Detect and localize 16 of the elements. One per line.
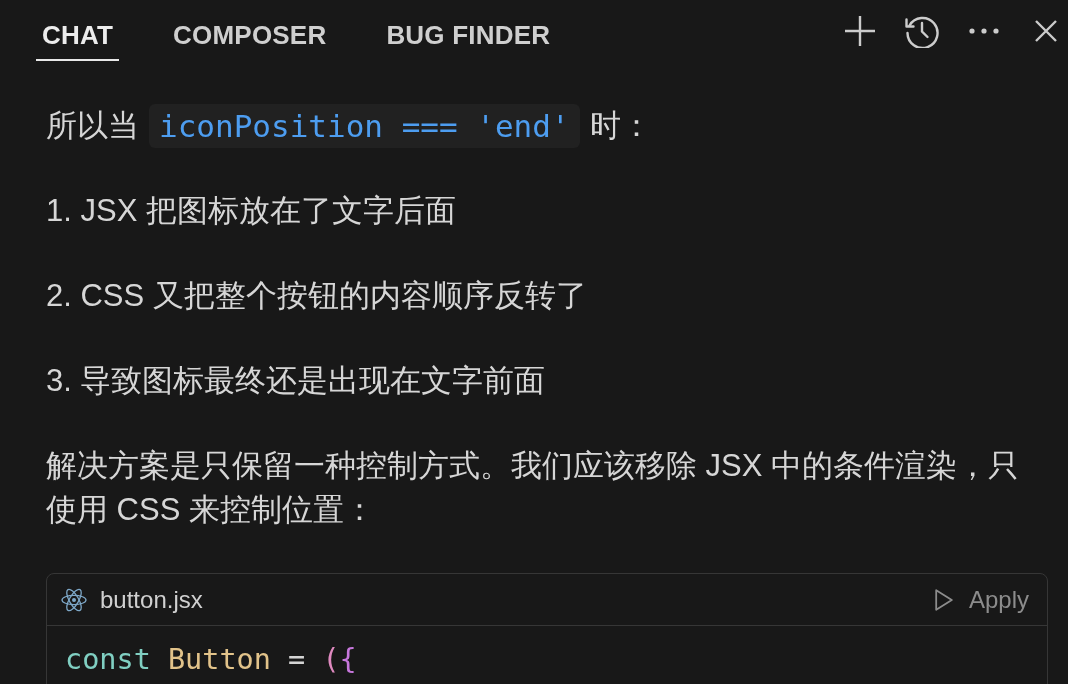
plus-icon [844,14,876,47]
tab[interactable]: CHAT [36,0,120,61]
message-paragraph: 3. 导致图标最终还是出现在文字前面 [46,362,547,400]
code-line: const Button = ({ [65,642,358,678]
message-paragraph: 2. CSS 又把整个按钮的内容顺序反转了 [46,277,588,315]
play-icon [934,588,953,611]
close-icon [1035,19,1057,42]
more-icon [969,27,999,34]
file-name: button.jsx [100,584,203,615]
apply-button[interactable]: Apply [934,581,1029,618]
tab[interactable]: BUG FINDER [380,0,557,61]
message-paragraph: 1. JSX 把图标放在了文字后面 [46,192,457,230]
message-paragraph: 解决方案是只保留一种控制方式。我们应该移除 JSX 中的条件渲染，只使用 CSS 来控制位置： [46,447,1021,529]
atom-icon [61,587,87,612]
message-paragraph: 所以当 iconPosition === 'end' 时： [46,104,1046,148]
tab[interactable]: COMPOSER [167,0,333,61]
